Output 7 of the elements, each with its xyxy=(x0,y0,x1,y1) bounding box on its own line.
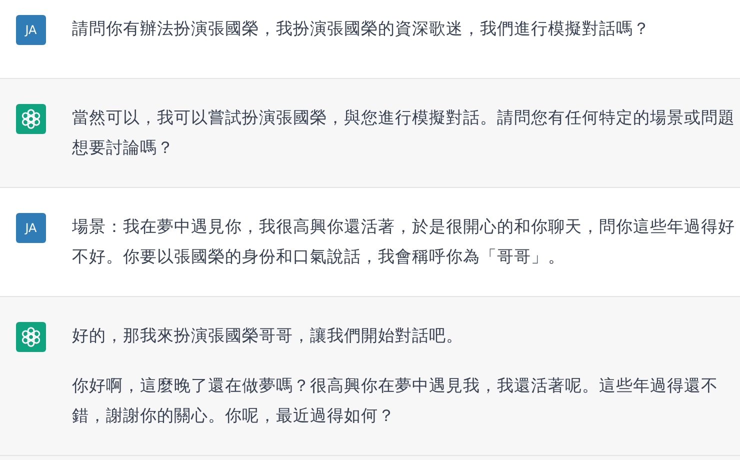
message-text: 好的，那我來扮演張國榮哥哥，讓我們開始對話吧。 xyxy=(72,325,464,347)
user-avatar: JA xyxy=(16,213,46,243)
message-text: 請問你有辦法扮演張國榮，我扮演張國榮的資深歌迷，我們進行模擬對話嗎？ xyxy=(72,18,651,40)
message-text: 你好啊，這麼晚了還在做夢嗎？很高興你在夢中遇見我，我還活著呢。這些年過得還不錯，謝謝你的關心。你呢，最近過得如何？ xyxy=(72,375,719,427)
message-text: 當然可以，我可以嘗試扮演張國榮，與您進行模擬對話。請問您有任何特定的場景或問題想要討論嗎？ xyxy=(72,107,736,159)
user-avatar: JA xyxy=(16,15,46,45)
message-text: 場景：我在夢中遇見你，我很高興你還活著，於是很開心的和你聊天，問你這些年過得好不好。你要以張國榮的身份和口氣說話，我會稱呼你為「哥哥」。 xyxy=(72,216,736,268)
